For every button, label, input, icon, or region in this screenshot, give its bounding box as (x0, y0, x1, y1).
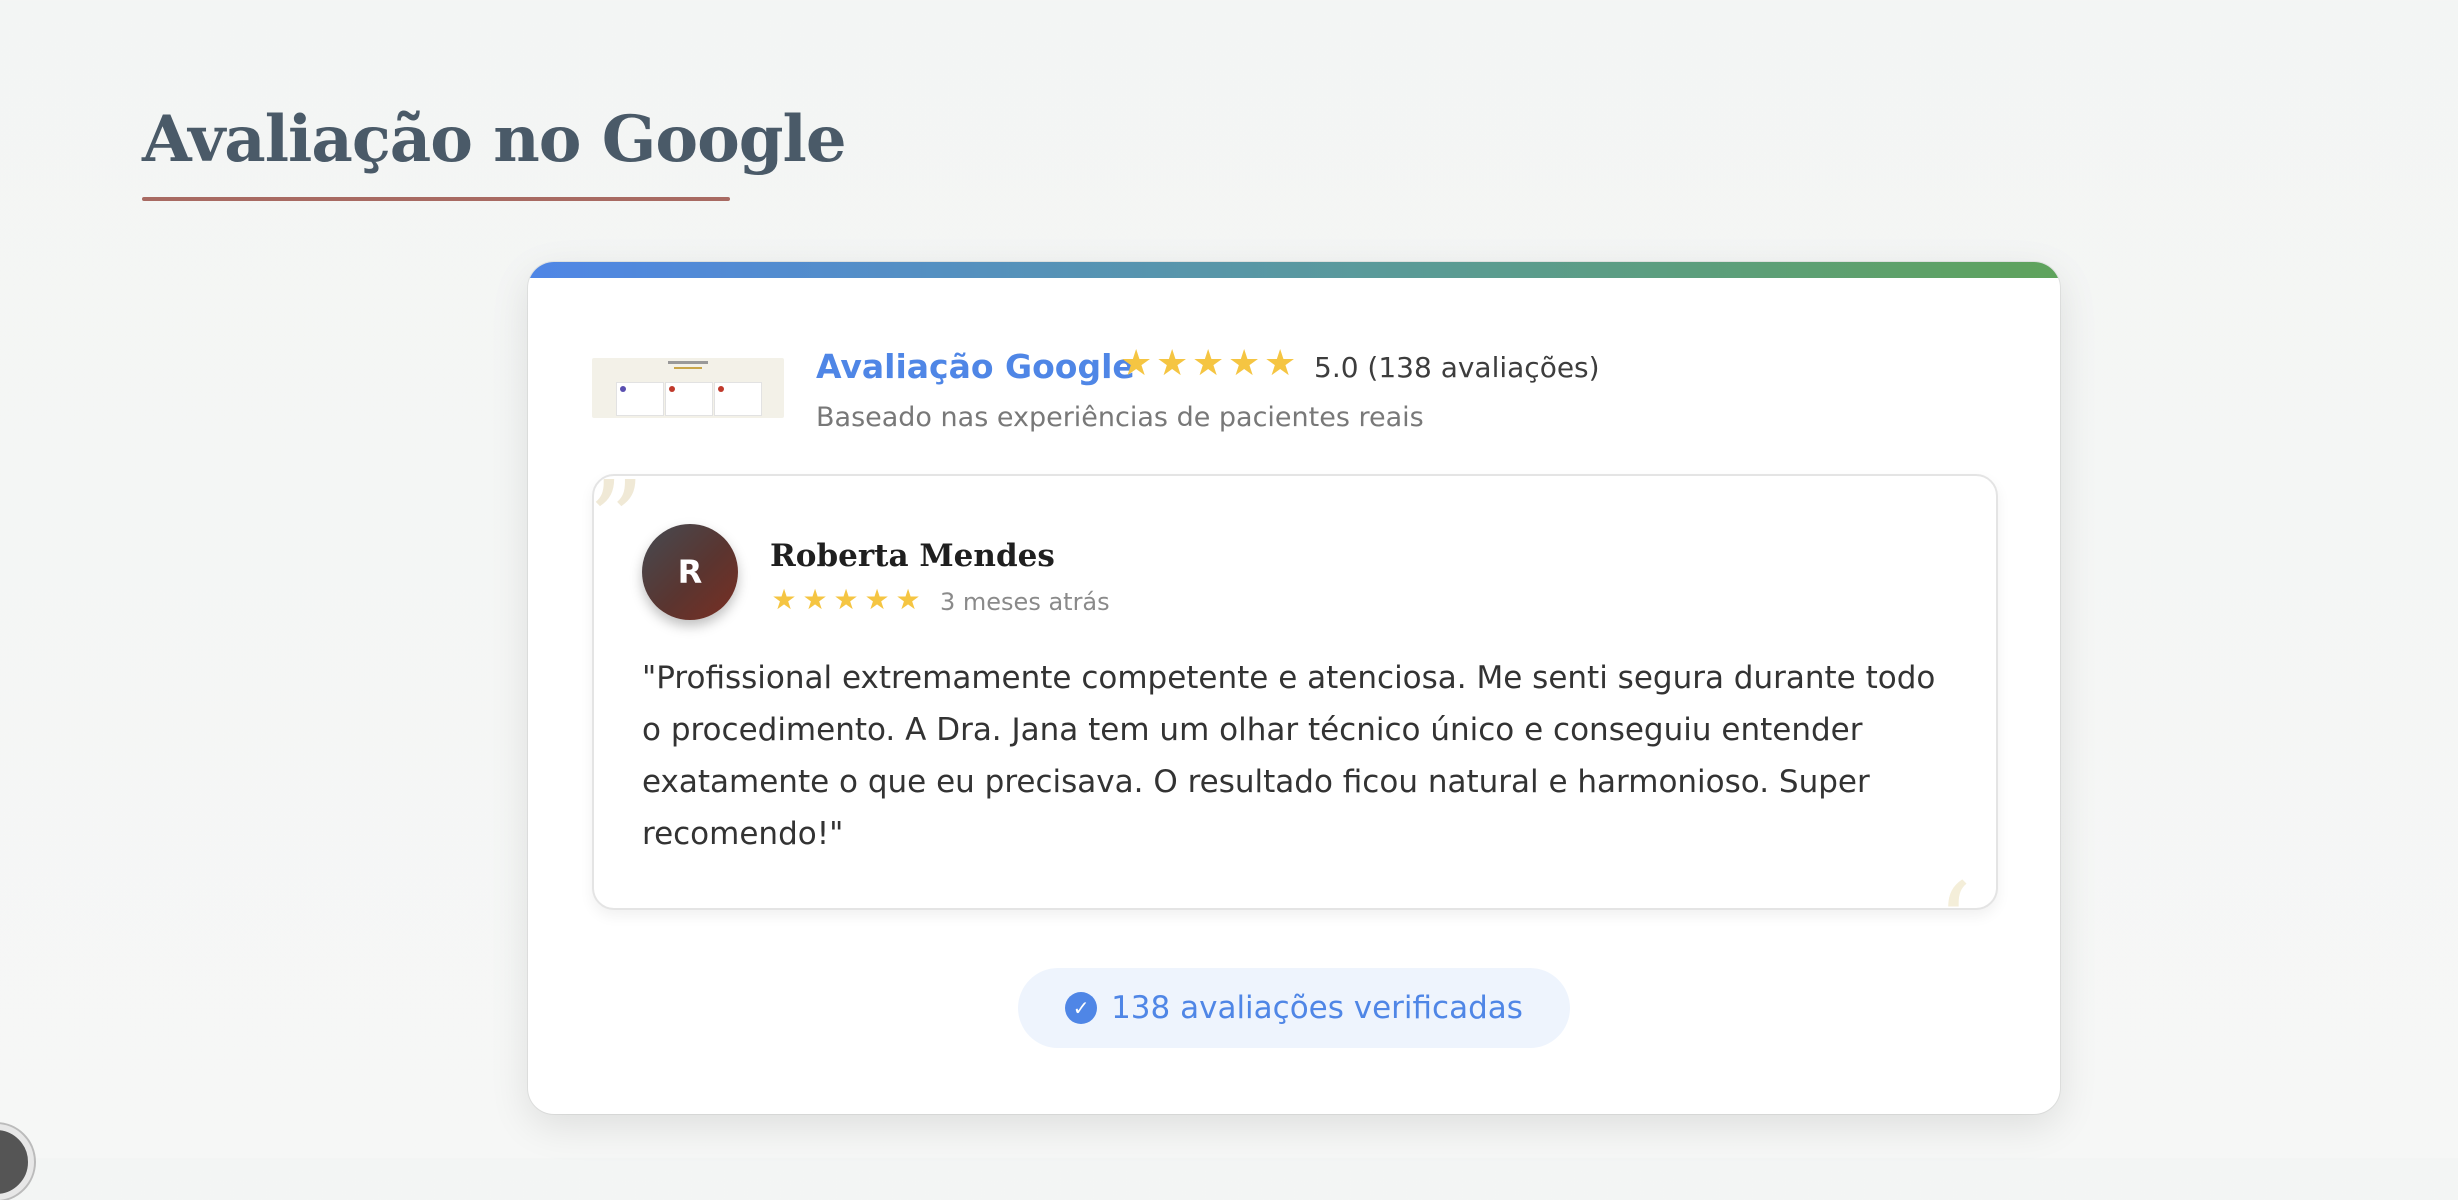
star-icon: ★ (895, 583, 921, 616)
star-icon: ★ (833, 583, 859, 616)
reviewer-name: Roberta Mendes (770, 538, 1055, 574)
review-time: 3 meses atrás (940, 588, 1110, 616)
check-circle-icon: ✓ (1065, 992, 1098, 1024)
star-icon: ★ (802, 583, 828, 616)
star-icon: ★ (1264, 343, 1297, 384)
star-icon: ★ (1156, 343, 1189, 384)
star-icon: ★ (864, 583, 890, 616)
verified-reviews-label: 138 avaliações verificadas (1111, 990, 1523, 1026)
section-title: Avaliação no Google (142, 102, 847, 177)
google-review-card: Avaliação Google ★ ★ ★ ★ ★ 5.0 (138 aval… (528, 262, 2060, 1114)
title-underline (142, 197, 730, 201)
header-star-rating: ★ ★ ★ ★ ★ (1120, 346, 1296, 382)
reviewer-avatar: R (642, 524, 738, 620)
review-item: ” ‘ R Roberta Mendes ★ ★ ★ ★ ★ 3 meses a… (592, 474, 1998, 910)
star-icon: ★ (1192, 343, 1225, 384)
star-icon: ★ (1120, 343, 1153, 384)
review-star-rating: ★ ★ ★ ★ ★ (770, 586, 922, 614)
review-text: "Profissional extremamente competente e … (642, 660, 1936, 852)
review-header-title: Avaliação Google (816, 347, 1135, 386)
review-subtitle: Baseado nas experiências de pacientes re… (816, 402, 1424, 433)
quote-open-icon: ” (592, 474, 645, 585)
star-icon: ★ (1228, 343, 1261, 384)
rating-summary: 5.0 (138 avaliações) (1314, 351, 1600, 384)
review-thumbnail-image (592, 358, 784, 418)
floating-avatar-button[interactable] (0, 1124, 34, 1200)
quote-close-icon: ‘ (1937, 868, 1972, 908)
card-gradient-bar (528, 262, 2060, 278)
star-icon: ★ (771, 583, 797, 616)
verified-reviews-badge[interactable]: ✓ 138 avaliações verificadas (1018, 968, 1570, 1048)
